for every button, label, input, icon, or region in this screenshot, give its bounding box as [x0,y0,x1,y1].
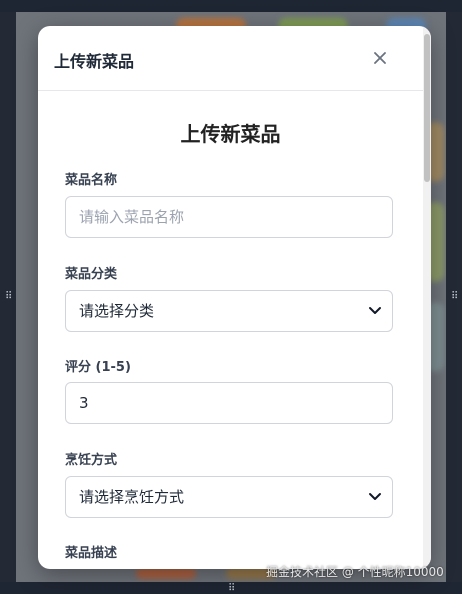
watermark-text: 掘金技术社区 @ 个性昵称10000 [266,565,444,579]
modal-scrollbar[interactable] [423,26,431,569]
dish-name-input[interactable]: 请输入菜品名称 [65,196,393,238]
category-select-value: 请选择分类 [79,302,155,320]
right-resize-handle-icon[interactable]: ⠿ [451,292,458,302]
chevron-down-icon [369,493,381,500]
rating-input[interactable]: 3 [65,382,393,424]
chevron-down-icon [369,307,381,314]
category-label: 菜品分类 [65,267,118,282]
frame-top [0,0,462,12]
close-icon [374,52,386,64]
rating-label: 评分 (1-5) [65,360,131,375]
left-resize-handle-icon[interactable]: ⠿ [5,292,12,302]
cooking-method-select[interactable]: 请选择烹饪方式 [65,476,393,518]
scrollbar-thumb[interactable] [424,34,430,182]
form-heading: 上传新菜品 [180,122,281,146]
description-label: 菜品描述 [65,546,118,561]
modal-title: 上传新菜品 [54,52,135,71]
category-select[interactable]: 请选择分类 [65,290,393,332]
bottom-resize-handle-icon[interactable]: ⠿ [228,584,235,594]
upload-dish-modal: 上传新菜品 上传新菜品 菜品名称 请输入菜品名称 菜品分类 请选择分类 评分 (… [38,26,431,569]
cooking-method-label: 烹饪方式 [65,453,118,468]
close-button[interactable] [368,46,392,70]
modal-header: 上传新菜品 [38,26,431,91]
dish-name-label: 菜品名称 [65,173,118,188]
cooking-method-select-value: 请选择烹饪方式 [79,488,185,506]
